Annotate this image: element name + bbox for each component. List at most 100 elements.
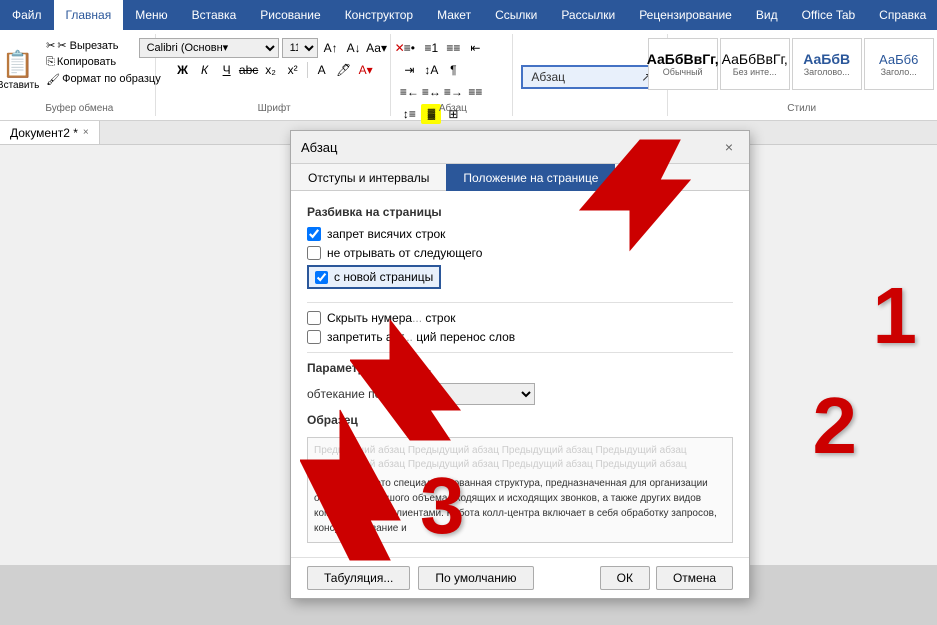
checkbox-row-suppress: Скрыть нумера... строк [307, 311, 733, 325]
annotation-number-1: 1 [873, 270, 918, 362]
copy-label: Копировать [57, 56, 116, 68]
checkbox-keepnext[interactable] [307, 246, 321, 260]
style-heading1[interactable]: АаБбВ Заголово... [792, 38, 862, 90]
line-spacing-button[interactable]: ↕≡ [399, 104, 419, 124]
tab-design[interactable]: Конструктор [333, 0, 425, 30]
subscript-button[interactable]: x₂ [261, 60, 281, 80]
tab-insert[interactable]: Вставка [180, 0, 249, 30]
dialog-footer: Табуляция... По умолчанию ОК Отмена [291, 557, 749, 598]
paragraph-group-label: Абзац [439, 103, 467, 114]
checkbox-row-nohyphen: запретить авт... ций перенос слов [307, 330, 733, 344]
tab-mailings[interactable]: Рассылки [549, 0, 627, 30]
preview-main-text: Колл-центр - это специализированная стру… [314, 476, 726, 536]
checkbox-nohyphen[interactable] [307, 330, 321, 344]
align-left-button[interactable]: ≡← [399, 82, 419, 102]
wrap-form-row: обтекание по ко... Нет [307, 383, 733, 405]
paste-button[interactable]: 📋 Вставить [0, 34, 42, 106]
tab-officetab[interactable]: Office Tab [790, 0, 868, 30]
font-shrink-button[interactable]: A↓ [344, 38, 364, 58]
default-button[interactable]: По умолчанию [418, 566, 533, 590]
change-case-button[interactable]: Аа▾ [367, 38, 387, 58]
group-clipboard: 📋 Вставить ✂ ✂ Вырезать ⎘ Копировать [4, 34, 156, 116]
multilevel-button[interactable]: ≡≡ [443, 38, 463, 58]
tab-help[interactable]: Справка [867, 0, 937, 30]
italic-button[interactable]: К [195, 60, 215, 80]
font-size-select[interactable]: 11 [282, 38, 318, 58]
clipboard-group-label: Буфер обмена [45, 103, 113, 114]
style-normal[interactable]: АаБбВвГг, Обычный [648, 38, 718, 90]
tab-button[interactable]: Табуляция... [307, 566, 410, 590]
checkbox-row-widows: запрет висячих строк [307, 227, 733, 241]
tab-references[interactable]: Ссылки [483, 0, 549, 30]
doc-tab-document2[interactable]: Документ2 * × [0, 121, 100, 144]
text-effect-button[interactable]: A [312, 60, 332, 80]
font-family-select[interactable]: Calibri (Основн▾ [139, 38, 279, 58]
superscript-button[interactable]: x² [283, 60, 303, 80]
tab-review[interactable]: Рецензирование [627, 0, 744, 30]
dialog-tabs: Отступы и интервалы Положение на страниц… [291, 164, 749, 191]
preview-section-label: Образец [307, 413, 733, 427]
tab-draw[interactable]: Рисование [248, 0, 332, 30]
tab-menu[interactable]: Меню [123, 0, 179, 30]
tab-layout[interactable]: Макет [425, 0, 483, 30]
cancel-button[interactable]: Отмена [656, 566, 733, 590]
footer-right-buttons: ОК Отмена [600, 566, 733, 590]
checkbox-pagebreak-label: с новой страницы [334, 270, 433, 284]
increase-indent-button[interactable]: ⇥ [399, 60, 419, 80]
ribbon-toolbar: 📋 Вставить ✂ ✂ Вырезать ⎘ Копировать [0, 30, 937, 120]
dialog-tab-indents[interactable]: Отступы и интервалы [291, 164, 446, 191]
dialog-title: Абзац [301, 140, 337, 155]
style-nospace-name: Без инте... [722, 67, 788, 77]
abzac-highlighted-button[interactable]: Абзац ↗ [521, 65, 661, 89]
style-normal-preview: АаБбВвГг, [647, 51, 719, 67]
align-center-button[interactable]: ≡↔ [421, 82, 441, 102]
checkbox-widows-label: запрет висячих строк [327, 227, 445, 241]
justify-button[interactable]: ≡≡ [465, 82, 485, 102]
style-h2-preview: АаБб6 [879, 52, 918, 67]
dialog-close-button[interactable]: × [719, 137, 739, 157]
highlight-button[interactable]: 🖊 [334, 60, 354, 80]
checkbox-nohyphen-label: запретить авт... ций перенос слов [327, 330, 515, 344]
paragraph-icons-content: ≡• ≡1 ≡≡ ⇤ ⇥ ↕A ¶ ≡← ≡↔ ≡→ ≡≡ ↕≡ ▓ ⊞ [399, 34, 506, 138]
style-nospace-preview: АаБбВвГг, [722, 51, 788, 67]
align-right-button[interactable]: ≡→ [443, 82, 463, 102]
underline-button[interactable]: Ч [217, 60, 237, 80]
style-h1-preview: АаБбВ [803, 51, 850, 67]
wrap-select[interactable]: Нет [415, 383, 535, 405]
abzac-label: Абзац [531, 70, 565, 84]
doc-tab-label: Документ2 * [10, 126, 78, 140]
paste-label: Вставить [0, 80, 39, 91]
tab-view[interactable]: Вид [744, 0, 790, 30]
checkbox-row-keepnext: не отрывать от следующего [307, 246, 733, 260]
doc-tab-close-button[interactable]: × [83, 127, 89, 138]
caption-section-title: Параметры надпис... [307, 361, 733, 375]
numbering-button[interactable]: ≡1 [421, 38, 441, 58]
group-paragraph-icons: ≡• ≡1 ≡≡ ⇤ ⇥ ↕A ¶ ≡← ≡↔ ≡→ ≡≡ ↕≡ ▓ ⊞ [393, 34, 513, 116]
style-nospace[interactable]: АаБбВвГг, Без инте... [720, 38, 790, 90]
footer-left-buttons: Табуляция... По умолчанию [307, 566, 534, 590]
styles-group-label: Стили [787, 103, 816, 114]
preview-gray-text: Предыдущий абзац Предыдущий абзац Предыд… [314, 444, 726, 472]
font-color-button[interactable]: A▾ [356, 60, 376, 80]
checkbox-pagebreak[interactable] [315, 271, 328, 284]
checkbox-suppress-label: Скрыть нумера... строк [327, 311, 456, 325]
dialog-body: Разбивка на страницы запрет висячих стро… [291, 191, 749, 557]
ok-button[interactable]: ОК [600, 566, 650, 590]
decrease-indent-button[interactable]: ⇤ [465, 38, 485, 58]
strikethrough-button[interactable]: abc [239, 60, 259, 80]
wrap-label: обтекание по ко... [307, 387, 407, 401]
tab-file[interactable]: Файл [0, 0, 54, 30]
style-heading2[interactable]: АаБб6 Заголо... [864, 38, 934, 90]
sort-button[interactable]: ↕A [421, 60, 441, 80]
style-h2-name: Заголо... [879, 67, 918, 77]
show-hide-button[interactable]: ¶ [443, 60, 463, 80]
tab-home[interactable]: Главная [54, 0, 124, 30]
checkbox-suppress[interactable] [307, 311, 321, 325]
font-grow-button[interactable]: A↑ [321, 38, 341, 58]
dialog-title-bar: Абзац × [291, 131, 749, 164]
dialog-tab-page-position[interactable]: Положение на странице [446, 164, 615, 191]
checkbox-widows[interactable] [307, 227, 321, 241]
bullets-button[interactable]: ≡• [399, 38, 419, 58]
bold-button[interactable]: Ж [173, 60, 193, 80]
style-normal-name: Обычный [647, 67, 719, 77]
